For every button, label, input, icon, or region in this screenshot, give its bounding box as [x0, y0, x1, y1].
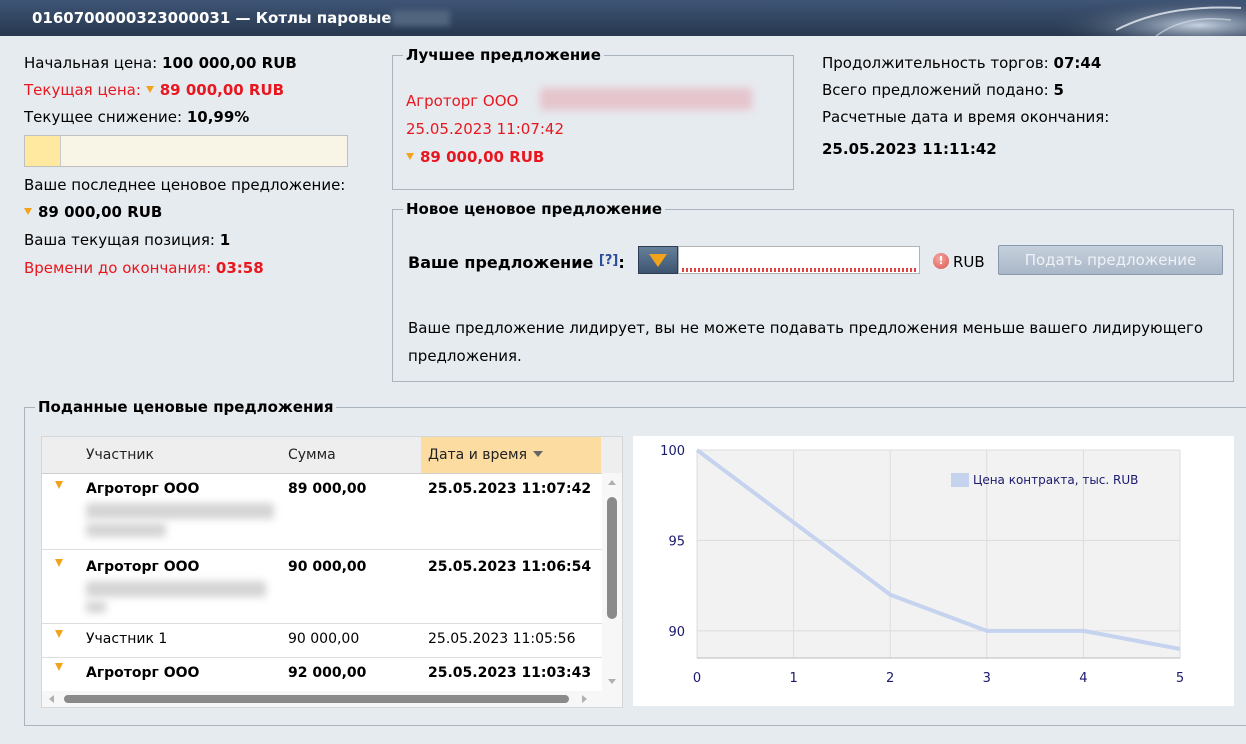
current-position-value: 1: [219, 231, 231, 249]
vertical-scroll-thumb[interactable]: [607, 497, 617, 619]
submit-offer-button[interactable]: Подать предложение: [998, 245, 1223, 275]
x-tick-label: 5: [1176, 671, 1184, 686]
spellcheck-underline: [682, 268, 918, 272]
y-tick-label: 95: [668, 534, 685, 549]
redacted-company-name: [86, 523, 166, 537]
x-tick-label: 0: [693, 671, 701, 686]
total-offers-value: 5: [1053, 81, 1064, 99]
redacted-company-name: [86, 601, 106, 613]
legend-swatch: [951, 473, 969, 487]
last-offer-label: Ваше последнее ценовое предложение:: [24, 176, 346, 194]
column-header-amount[interactable]: Сумма: [288, 447, 336, 463]
current-decrease: Текущее снижение: 10,99%: [24, 108, 250, 126]
table-row[interactable]: Агроторг ООО 92 000,00 25.05.2023 11:03:…: [42, 657, 602, 691]
x-tick-label: 4: [1079, 671, 1087, 686]
legend-label: Цена контракта, тыс. RUB: [973, 473, 1138, 487]
decrease-progress-bar: [24, 135, 348, 167]
table-row[interactable]: Агроторг ООО 89 000,00 25.05.2023 11:07:…: [42, 473, 602, 550]
offers-table: Участник Сумма Дата и время Агроторг ООО…: [41, 436, 623, 708]
new-offer-legend: Новое ценовое предложение: [406, 200, 663, 218]
column-header-datetime[interactable]: Дата и время: [428, 447, 543, 463]
currency-label: RUB: [953, 253, 985, 271]
duration: Продолжительность торгов: 07:44: [822, 54, 1102, 72]
x-tick-label: 3: [983, 671, 991, 686]
last-offer-value: 89 000,00 RUB: [38, 203, 163, 221]
best-offer-company: Агроторг ООО: [406, 92, 519, 110]
price-step-dropdown-button[interactable]: [638, 246, 678, 274]
total-offers: Всего предложений подано: 5: [822, 81, 1064, 99]
table-vertical-scrollbar[interactable]: [602, 473, 622, 691]
window-title: 0160700000323000031 — Котлы паровые: [32, 9, 392, 27]
table-header: Участник Сумма Дата и время: [42, 437, 622, 474]
redacted-company-name: [86, 581, 266, 597]
current-decrease-value: 10,99%: [186, 108, 250, 126]
price-chart-svg: 0 1 2 3 4 5 90 95 100 Цена контракта, тыс. RUB: [660, 444, 1184, 686]
best-offer-datetime: 25.05.2023 11:07:42: [406, 120, 565, 138]
start-price: Начальная цена: 100 000,00 RUB: [24, 54, 297, 72]
down-triangle-icon: [55, 559, 63, 567]
last-offer: 89 000,00 RUB: [24, 203, 162, 221]
redacted-company-name: [540, 88, 752, 110]
down-triangle-icon: [406, 153, 414, 160]
down-triangle-icon: [24, 208, 32, 215]
time-left-value: 03:58: [215, 259, 264, 277]
warning-icon: !: [933, 253, 949, 269]
redacted-title-part: [392, 10, 450, 26]
decrease-progress-fill: [25, 136, 62, 166]
best-offer-price: 89 000,00 RUB: [406, 148, 544, 166]
y-tick-label: 90: [668, 625, 685, 640]
end-value: 25.05.2023 11:11:42: [822, 140, 997, 158]
help-link[interactable]: [?]: [599, 253, 618, 268]
horizontal-scroll-thumb[interactable]: [64, 695, 569, 703]
table-horizontal-scrollbar[interactable]: [42, 691, 622, 707]
x-tick-label: 2: [886, 671, 894, 686]
best-offer-box: Лучшее предложение: [392, 46, 794, 190]
start-price-value: 100 000,00 RUB: [162, 54, 297, 72]
table-row[interactable]: Агроторг ООО 90 000,00 25.05.2023 11:06:…: [42, 549, 602, 624]
down-triangle-icon: [55, 481, 63, 489]
current-price-value: 89 000,00 RUB: [159, 81, 285, 99]
time-left: Времени до окончания: 03:58: [24, 259, 264, 277]
column-header-participant[interactable]: Участник: [86, 447, 154, 463]
offer-label: Ваше предложение [?]:: [408, 253, 625, 272]
redacted-company-name: [86, 503, 274, 519]
y-tick-label: 100: [660, 444, 685, 459]
table-row[interactable]: Участник 1 90 000,00 25.05.2023 11:05:56: [42, 623, 602, 658]
current-price: Текущая цена: 89 000,00 RUB: [24, 81, 285, 99]
end-label: Расчетные дата и время окончания:: [822, 108, 1110, 126]
current-position: Ваша текущая позиция: 1: [24, 231, 231, 249]
duration-value: 07:44: [1053, 54, 1102, 72]
best-offer-legend: Лучшее предложение: [406, 46, 601, 64]
price-chart: 0 1 2 3 4 5 90 95 100 Цена контракта, тыс. RUB: [633, 436, 1234, 706]
down-triangle-icon: [55, 630, 63, 638]
window-titlebar: 0160700000323000031 — Котлы паровые: [0, 0, 1246, 36]
down-triangle-icon: [55, 663, 63, 671]
x-tick-label: 1: [789, 671, 797, 686]
down-triangle-icon: [649, 254, 667, 267]
offers-legend: Поданные ценовые предложения: [38, 398, 334, 416]
offer-notice: Ваше предложение лидирует, вы не можете …: [408, 319, 1204, 365]
down-triangle-icon: [145, 86, 154, 93]
globe-decoration-icon: [1056, 0, 1246, 36]
sort-desc-icon: [532, 451, 543, 457]
